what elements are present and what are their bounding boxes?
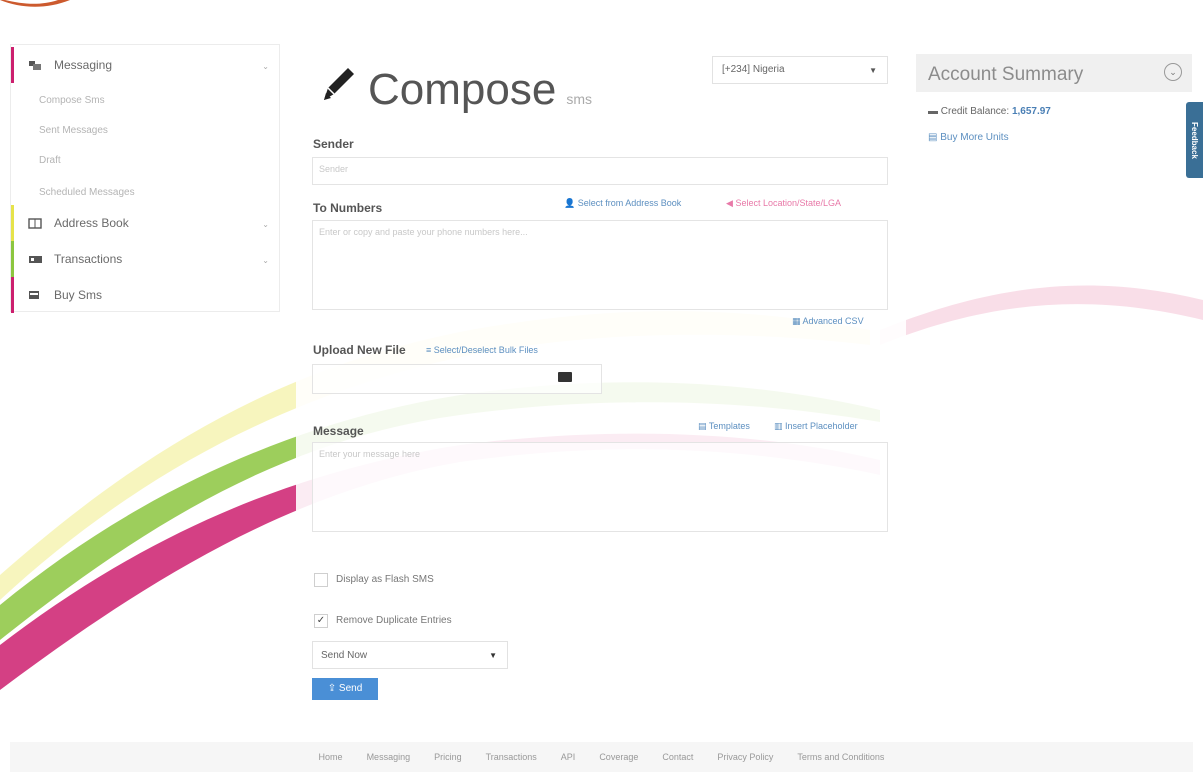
credit-balance-row: ▬ Credit Balance: 1,657.97: [928, 106, 1051, 117]
address-book-icon: [28, 217, 42, 229]
templates-link[interactable]: ▤ Templates: [698, 421, 750, 432]
flash-sms-checkbox[interactable]: [314, 573, 328, 587]
phone-numbers-textarea[interactable]: Enter or copy and paste your phone numbe…: [312, 220, 888, 310]
sidebar-item-label: Address Book: [54, 216, 129, 230]
sidebar-subitem-draft[interactable]: Draft: [39, 155, 61, 166]
sidebar-item-buy-sms[interactable]: Buy Sms: [11, 277, 281, 313]
transactions-icon: [29, 255, 42, 263]
brand-logo[interactable]: [0, 0, 80, 14]
templates-icon: ▤: [698, 421, 707, 431]
credit-balance-label: Credit Balance:: [940, 106, 1010, 117]
bulk-files-link[interactable]: ≡ Select/Deselect Bulk Files: [426, 345, 538, 355]
country-select[interactable]: [+234] Nigeria ▼: [712, 56, 888, 84]
sidebar: Messaging ⌄ Compose Sms Sent Messages Dr…: [10, 44, 281, 313]
sidebar-subitem-compose[interactable]: Compose Sms: [39, 95, 105, 106]
footer-link-transactions[interactable]: Transactions: [486, 752, 537, 762]
account-summary-header[interactable]: Account Summary ⌄: [916, 54, 1192, 92]
money-icon: ▬: [928, 106, 938, 117]
footer-link-coverage[interactable]: Coverage: [599, 752, 638, 762]
sender-input[interactable]: Sender: [312, 157, 888, 185]
page-title: Compose sms: [318, 62, 592, 115]
sidebar-item-label: Buy Sms: [54, 288, 103, 302]
country-select-value: [+234] Nigeria: [722, 64, 785, 75]
cart-icon: ▤: [928, 132, 938, 143]
footer-link-contact[interactable]: Contact: [662, 752, 693, 762]
chevron-down-icon: ⌄: [262, 256, 269, 265]
sidebar-item-messaging[interactable]: Messaging ⌄: [11, 47, 281, 83]
footer-nav: Home Messaging Pricing Transactions API …: [10, 742, 1193, 772]
chevron-down-icon: ⌄: [262, 62, 269, 71]
send-time-value: Send Now: [321, 650, 368, 661]
account-summary-panel: Account Summary ⌄ ▬ Credit Balance: 1,65…: [916, 54, 1192, 156]
message-label: Message: [313, 424, 364, 438]
account-summary-title: Account Summary: [928, 64, 1084, 85]
advanced-csv-link[interactable]: ▦ Advanced CSV: [792, 316, 864, 327]
footer-link-home[interactable]: Home: [319, 752, 343, 762]
upload-label: Upload New File: [313, 343, 406, 357]
compose-panel: Compose sms [+234] Nigeria ▼ Sender Send…: [296, 44, 906, 732]
sidebar-subitem-sent[interactable]: Sent Messages: [39, 125, 108, 136]
list-icon: ≡: [426, 345, 432, 355]
sidebar-subitem-scheduled[interactable]: Scheduled Messages: [39, 187, 135, 198]
cart-icon: [29, 290, 39, 299]
send-button[interactable]: ⇪ Send: [312, 678, 378, 700]
sidebar-item-label: Messaging: [54, 58, 113, 72]
sidebar-item-label: Transactions: [54, 252, 123, 266]
insert-placeholder-link[interactable]: ▥ Insert Placeholder: [774, 421, 858, 432]
messaging-icon: [29, 60, 41, 70]
pencil-icon: [324, 68, 354, 100]
message-textarea[interactable]: Enter your message here: [312, 442, 888, 532]
folder-icon[interactable]: [558, 372, 572, 382]
feedback-tab[interactable]: Feedback: [1186, 102, 1203, 178]
sidebar-item-address-book[interactable]: Address Book ⌄: [11, 205, 281, 241]
flash-sms-label: Display as Flash SMS: [336, 574, 434, 585]
footer-link-api[interactable]: API: [561, 752, 576, 762]
to-numbers-label: To Numbers: [313, 201, 383, 215]
remove-duplicates-checkbox[interactable]: ✓: [314, 614, 328, 628]
footer-link-terms[interactable]: Terms and Conditions: [797, 752, 884, 762]
credit-balance-value: 1,657.97: [1011, 106, 1051, 117]
sender-label: Sender: [313, 137, 354, 151]
remove-duplicates-label: Remove Duplicate Entries: [336, 615, 452, 626]
footer-link-pricing[interactable]: Pricing: [434, 752, 462, 762]
footer-link-privacy[interactable]: Privacy Policy: [717, 752, 773, 762]
sidebar-item-transactions[interactable]: Transactions ⌄: [11, 241, 281, 277]
megaphone-icon: ◀: [726, 198, 733, 208]
caret-down-icon: ▼: [489, 651, 497, 660]
send-time-select[interactable]: Send Now ▼: [312, 641, 508, 669]
compose-subtitle: sms: [566, 91, 592, 107]
caret-down-icon: ▼: [869, 66, 877, 75]
chevron-down-icon: ⌄: [262, 220, 269, 229]
user-icon: 👤: [564, 198, 576, 208]
address-book-link[interactable]: 👤 Select from Address Book: [564, 198, 681, 209]
upload-icon: ⇪: [327, 683, 337, 694]
footer-link-messaging[interactable]: Messaging: [367, 752, 411, 762]
compose-title-text: Compose: [368, 65, 557, 114]
table-icon: ▦: [792, 316, 801, 326]
buy-more-units-link[interactable]: ▤ Buy More Units: [928, 132, 1009, 143]
collapse-chevron-icon[interactable]: ⌄: [1164, 63, 1182, 81]
placeholder-icon: ▥: [774, 421, 783, 431]
location-link[interactable]: ◀ Select Location/State/LGA: [726, 198, 841, 209]
